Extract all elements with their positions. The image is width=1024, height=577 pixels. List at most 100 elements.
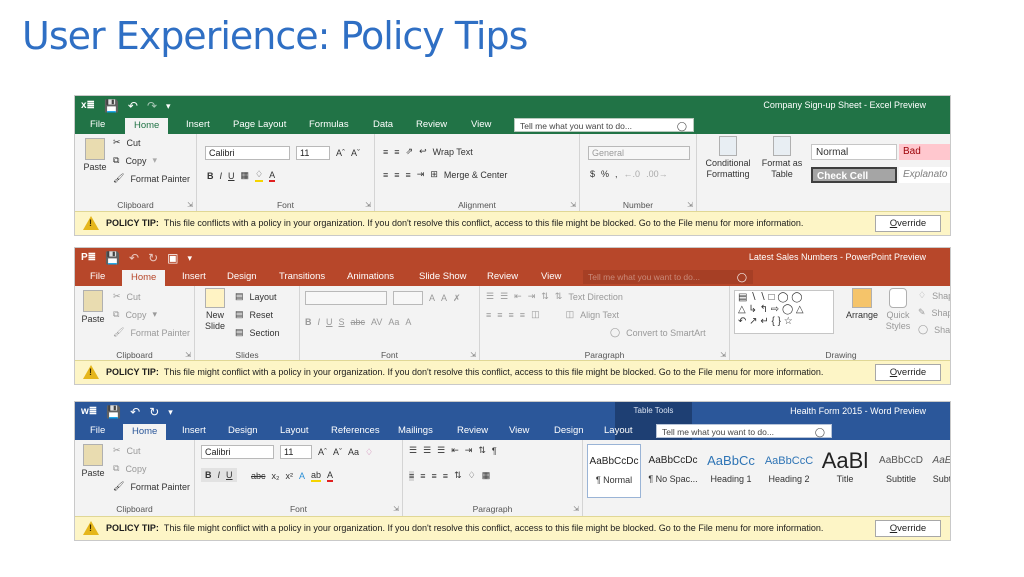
pilcrow-icon[interactable]: ¶	[492, 446, 497, 456]
multilevel-list-icon[interactable]: ☰	[437, 445, 445, 456]
align-left-icon[interactable]: ≡	[486, 310, 491, 320]
format-painter-button[interactable]: 🖌 Format Painter	[113, 173, 190, 184]
shape-effects-button[interactable]: ◯ Shap	[918, 324, 950, 335]
increase-font-icon[interactable]: Aˆ	[336, 148, 345, 158]
copy-button[interactable]: ⧉ Copy ▾	[113, 309, 157, 320]
font-size-box[interactable]: 11	[280, 445, 312, 459]
percent-button[interactable]: %	[601, 169, 609, 179]
undo-icon[interactable]: ↶	[129, 250, 139, 266]
font-size-box[interactable]	[393, 291, 423, 305]
align-text-icon[interactable]: ◫	[566, 309, 575, 320]
tab-page-layout[interactable]: Page Layout	[233, 118, 286, 132]
underline-button[interactable]: U	[326, 317, 333, 327]
increase-font-icon[interactable]: A	[429, 293, 435, 303]
wrap-text-icon[interactable]: ↩	[419, 146, 427, 157]
shape-fill-button[interactable]: ♢ Shap	[918, 290, 950, 301]
underline-button[interactable]: U	[226, 470, 233, 480]
change-case-button[interactable]: Aa	[348, 447, 359, 457]
orientation-icon[interactable]: ⇗	[406, 146, 414, 157]
cell-style-normal[interactable]: Normal	[811, 144, 897, 160]
dialog-launcher-icon[interactable]: ⇲	[687, 201, 693, 209]
tab-insert[interactable]: Insert	[182, 424, 206, 438]
increase-indent-icon[interactable]: ⇥	[528, 291, 536, 302]
tab-layout[interactable]: Layout	[280, 424, 309, 438]
tab-transitions[interactable]: Transitions	[279, 270, 325, 284]
convert-smartart-label[interactable]: Convert to SmartArt	[626, 328, 706, 338]
tab-table-layout[interactable]: Layout	[604, 424, 633, 438]
tab-insert[interactable]: Insert	[182, 270, 206, 284]
justify-icon[interactable]: ≡	[520, 310, 525, 320]
cell-style-explanatory[interactable]: Explanato	[899, 167, 950, 183]
start-slideshow-icon[interactable]: ▣	[167, 250, 178, 266]
undo-icon[interactable]: ↶	[128, 98, 138, 114]
shading-icon[interactable]: ♢	[468, 470, 476, 481]
italic-button[interactable]: I	[318, 317, 321, 327]
tab-insert[interactable]: Insert	[186, 118, 210, 132]
dialog-launcher-icon[interactable]: ⇲	[393, 505, 399, 513]
text-effects-icon[interactable]: A	[299, 471, 305, 481]
tab-file[interactable]: File	[90, 118, 105, 132]
increase-font-icon[interactable]: Aˆ	[318, 447, 327, 457]
italic-button[interactable]: I	[220, 171, 223, 181]
decrease-indent-icon[interactable]: ⇤	[451, 445, 459, 456]
bold-button[interactable]: B	[205, 470, 212, 480]
redo-icon[interactable]: ↷	[147, 98, 157, 114]
dialog-launcher-icon[interactable]: ⇲	[365, 201, 371, 209]
customize-qat-icon[interactable]: ▾	[166, 98, 171, 114]
save-icon[interactable]: 💾	[104, 98, 119, 114]
line-spacing-icon[interactable]: ⇅	[454, 470, 462, 481]
highlight-icon[interactable]: ab	[311, 470, 322, 482]
customize-qat-icon[interactable]: ▾	[187, 250, 192, 266]
tell-me-search[interactable]: Tell me what you want to do... ◯	[656, 424, 832, 438]
tab-view[interactable]: View	[509, 424, 529, 438]
tab-references[interactable]: References	[331, 424, 380, 438]
tab-formulas[interactable]: Formulas	[309, 118, 349, 132]
paste-button[interactable]: Paste	[80, 138, 110, 173]
text-direction-icon[interactable]: ⇅	[555, 291, 563, 302]
text-direction-label[interactable]: Text Direction	[568, 292, 623, 302]
align-right-icon[interactable]: ≡	[432, 471, 437, 481]
format-painter-button[interactable]: 🖌 Format Painter	[113, 327, 190, 338]
quick-styles-button[interactable]: Quick Styles	[882, 288, 914, 332]
customize-qat-icon[interactable]: ▾	[168, 404, 173, 420]
bold-button[interactable]: B	[207, 171, 214, 181]
align-center-icon[interactable]: ≡	[497, 310, 502, 320]
decrease-decimal-icon[interactable]: .00→	[646, 169, 668, 179]
columns-icon[interactable]: ◫	[531, 309, 540, 320]
font-color-icon[interactable]: A	[405, 317, 411, 327]
bold-button[interactable]: B	[305, 317, 312, 327]
tab-home[interactable]: Home	[123, 424, 167, 440]
align-center-icon[interactable]: ≡	[420, 471, 425, 481]
numbering-icon[interactable]: ☰	[500, 291, 508, 302]
strikethrough-button[interactable]: abc	[351, 317, 366, 327]
dialog-launcher-icon[interactable]: ⇲	[187, 201, 193, 209]
align-center-icon[interactable]: ≡	[394, 170, 399, 180]
format-painter-button[interactable]: 🖌 Format Painter	[113, 481, 190, 492]
redo-icon[interactable]: ↻	[149, 404, 159, 420]
shape-outline-button[interactable]: ✎ Shap	[918, 307, 950, 318]
align-left-icon[interactable]: ≡	[409, 470, 415, 481]
decrease-font-icon[interactable]: Aˇ	[333, 447, 342, 457]
align-left-icon[interactable]: ≡	[383, 170, 388, 180]
indent-icon[interactable]: ⇥	[417, 169, 425, 180]
tab-mailings[interactable]: Mailings	[398, 424, 433, 438]
decrease-font-icon[interactable]: Aˇ	[351, 148, 360, 158]
change-case-button[interactable]: Aa	[388, 317, 399, 327]
copy-button[interactable]: ⧉ Copy	[113, 463, 146, 474]
currency-button[interactable]: $	[590, 169, 595, 179]
decrease-font-icon[interactable]: A	[441, 293, 447, 303]
subscript-button[interactable]: x₂	[272, 471, 280, 481]
section-button[interactable]: ▤ Section	[235, 327, 280, 338]
dialog-launcher-icon[interactable]: ⇲	[573, 505, 579, 513]
clear-formatting-icon[interactable]: ✗	[453, 293, 461, 304]
tab-review[interactable]: Review	[457, 424, 488, 438]
align-right-icon[interactable]: ≡	[509, 310, 514, 320]
tab-data[interactable]: Data	[373, 118, 393, 132]
dialog-launcher-icon[interactable]: ⇲	[570, 201, 576, 209]
tab-file[interactable]: File	[90, 270, 105, 284]
tab-review[interactable]: Review	[487, 270, 518, 284]
number-format-box[interactable]: General	[588, 146, 690, 160]
tab-home[interactable]: Home	[122, 270, 166, 286]
merge-center-label[interactable]: Merge & Center	[444, 170, 508, 180]
style-title[interactable]: AaBl Title	[819, 444, 871, 498]
